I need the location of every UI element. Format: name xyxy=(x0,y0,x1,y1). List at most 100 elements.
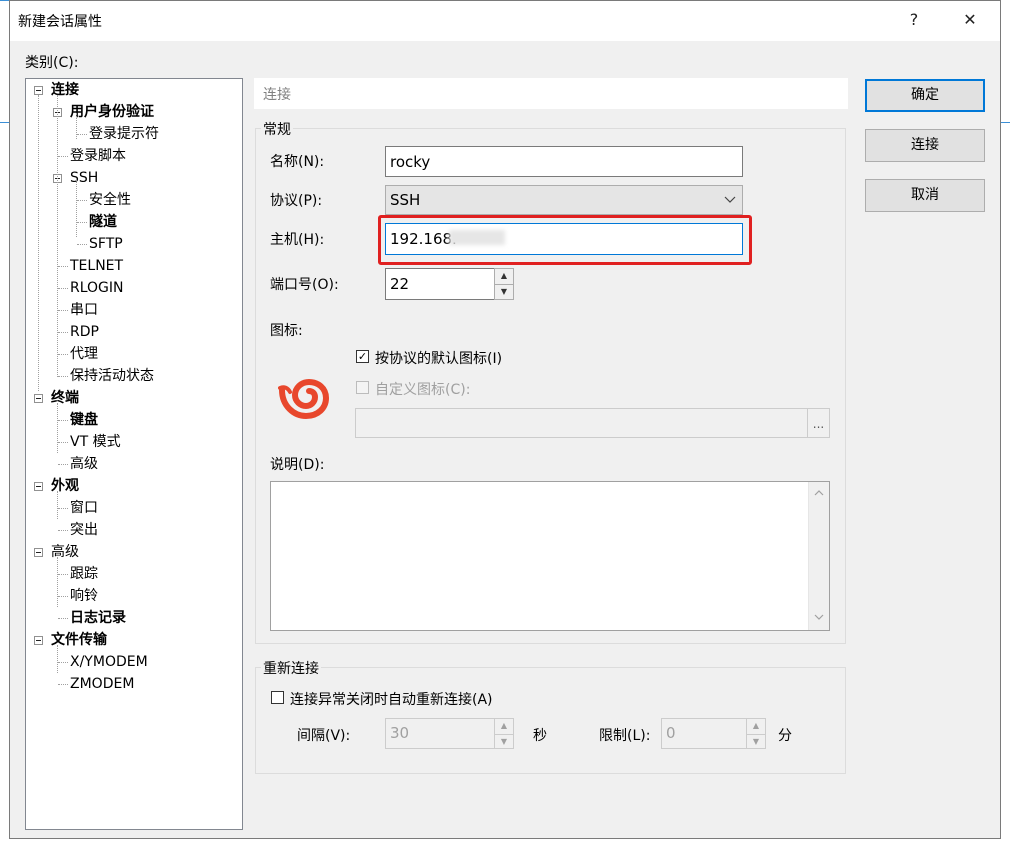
port-spinner[interactable]: ▲ ▼ xyxy=(494,268,514,300)
protocol-label: 协议(P): xyxy=(270,193,323,209)
limit-input[interactable]: 0 xyxy=(661,718,747,749)
icon-section-label: 图标: xyxy=(270,323,303,339)
spin-up-icon[interactable]: ▲ xyxy=(747,719,765,734)
tree-item[interactable]: 保持活动状态 xyxy=(70,366,154,386)
collapse-toggle-icon[interactable] xyxy=(34,394,43,403)
background-window-line xyxy=(1001,122,1010,123)
tree-connector xyxy=(58,618,68,619)
window-title: 新建会话属性 xyxy=(18,14,102,30)
tree-item[interactable]: 登录脚本 xyxy=(70,146,126,166)
interval-input[interactable]: 30 xyxy=(385,718,495,749)
tree-connector xyxy=(58,442,68,443)
tree-item[interactable]: 窗口 xyxy=(70,498,98,518)
interval-label: 间隔(V): xyxy=(297,728,351,744)
tree-item[interactable]: 隧道 xyxy=(89,212,117,232)
tree-item[interactable]: 突出 xyxy=(70,520,98,540)
spin-up-icon[interactable]: ▲ xyxy=(495,269,513,284)
name-label: 名称(N): xyxy=(270,154,325,170)
help-button[interactable]: ? xyxy=(902,8,926,32)
tree-item[interactable]: 用户身份验证 xyxy=(70,102,154,122)
tree-item[interactable]: 安全性 xyxy=(89,190,131,210)
auto-reconnect-checkbox[interactable] xyxy=(271,691,284,704)
spin-down-icon[interactable]: ▼ xyxy=(747,733,765,749)
collapse-toggle-icon[interactable] xyxy=(34,636,43,645)
close-icon[interactable]: ✕ xyxy=(958,8,982,32)
connect-button[interactable]: 连接 xyxy=(865,129,985,162)
tree-item[interactable]: 文件传输 xyxy=(51,630,107,650)
category-label: 类别(C): xyxy=(25,55,79,71)
port-input[interactable]: 22 xyxy=(385,268,495,300)
tree-item[interactable]: VT 模式 xyxy=(70,432,121,452)
tree-connector xyxy=(38,95,39,391)
ok-button[interactable]: 确定 xyxy=(865,79,985,112)
tree-connector xyxy=(58,354,68,355)
collapse-toggle-icon[interactable] xyxy=(34,86,43,95)
tree-connector xyxy=(58,420,68,421)
panel-header: 连接 xyxy=(254,78,848,109)
tree-item[interactable]: 高级 xyxy=(51,542,79,562)
tree-connector xyxy=(57,491,58,519)
tree-connector xyxy=(58,288,68,289)
tree-item[interactable]: 外观 xyxy=(51,476,79,496)
description-textarea[interactable] xyxy=(270,481,830,631)
spin-down-icon[interactable]: ▼ xyxy=(495,284,513,299)
spin-up-icon[interactable]: ▲ xyxy=(495,719,513,734)
tree-connector xyxy=(58,574,68,575)
tree-item[interactable]: ZMODEM xyxy=(70,674,134,694)
tree-connector xyxy=(58,530,68,531)
custom-icon-label: 自定义图标(C): xyxy=(375,382,471,398)
tree-connector xyxy=(57,95,58,377)
tree-connector xyxy=(58,332,68,333)
tree-connector xyxy=(76,179,77,237)
tree-item[interactable]: 日志记录 xyxy=(70,608,126,628)
tree-connector xyxy=(77,200,87,201)
tree-item[interactable]: 代理 xyxy=(70,344,98,364)
tree-connector xyxy=(77,222,87,223)
limit-unit: 分 xyxy=(778,728,792,744)
custom-icon-checkbox[interactable] xyxy=(356,381,369,394)
name-input[interactable]: rocky xyxy=(385,146,743,177)
tree-connector xyxy=(57,645,58,673)
category-tree[interactable]: 连接 用户身份验证 登录提示符 登录脚本 SSH 安全性 隧道 SFTP TELNET RLOGI… xyxy=(25,78,243,830)
tree-item[interactable]: X/YMODEM xyxy=(70,652,148,672)
tree-item[interactable]: SSH xyxy=(70,168,98,188)
limit-spinner[interactable]: ▲ ▼ xyxy=(746,718,766,749)
tree-item[interactable]: 终端 xyxy=(51,388,79,408)
default-icon-label: 按协议的默认图标(I) xyxy=(375,351,503,367)
tree-connector xyxy=(58,464,68,465)
spin-down-icon[interactable]: ▼ xyxy=(495,733,513,749)
default-icon-checkbox[interactable]: ✓ xyxy=(356,350,369,363)
tree-item[interactable]: SFTP xyxy=(89,234,123,254)
tree-item[interactable]: 键盘 xyxy=(70,410,98,430)
cancel-button[interactable]: 取消 xyxy=(865,179,985,212)
tree-connector xyxy=(57,557,58,607)
scroll-down-icon[interactable] xyxy=(813,610,825,626)
panel-title: 连接 xyxy=(263,87,291,103)
tree-item[interactable]: 高级 xyxy=(70,454,98,474)
host-highlight-box xyxy=(378,215,752,265)
tree-connector xyxy=(58,310,68,311)
tree-connector xyxy=(58,508,68,509)
protocol-select[interactable]: SSH xyxy=(385,185,743,215)
tree-item[interactable]: RDP xyxy=(70,322,99,342)
collapse-toggle-icon[interactable] xyxy=(34,548,43,557)
custom-icon-path-input[interactable] xyxy=(355,408,808,438)
browse-button[interactable]: ... xyxy=(807,408,830,438)
tree-item[interactable]: 跟踪 xyxy=(70,564,98,584)
description-scrollbar[interactable] xyxy=(808,482,829,630)
tree-item[interactable]: 响铃 xyxy=(70,586,98,606)
description-label: 说明(D): xyxy=(270,457,325,473)
tree-item[interactable]: 连接 xyxy=(51,80,79,100)
scroll-up-icon[interactable] xyxy=(813,486,825,502)
tree-item[interactable]: RLOGIN xyxy=(70,278,124,298)
tree-item[interactable]: 串口 xyxy=(70,300,98,320)
tree-item[interactable]: 登录提示符 xyxy=(89,124,159,144)
interval-spinner[interactable]: ▲ ▼ xyxy=(494,718,514,749)
tree-connector xyxy=(58,596,68,597)
tree-item[interactable]: TELNET xyxy=(70,256,123,276)
background-window-edge xyxy=(0,0,10,1)
collapse-toggle-icon[interactable] xyxy=(34,482,43,491)
tree-connector xyxy=(76,113,77,139)
auto-reconnect-label: 连接异常关闭时自动重新连接(A) xyxy=(290,692,493,708)
tree-connector xyxy=(58,684,68,685)
